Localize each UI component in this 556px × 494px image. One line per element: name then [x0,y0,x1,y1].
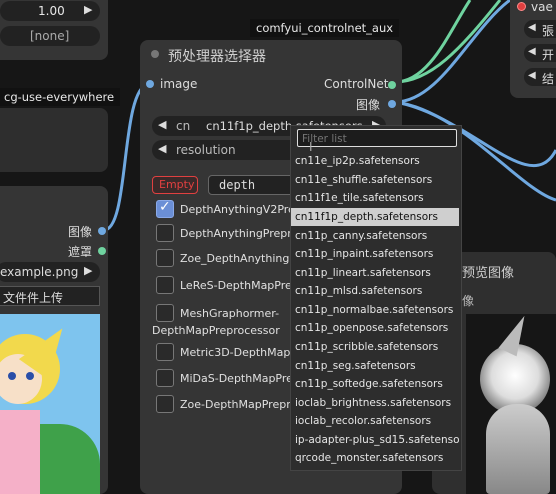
value-field[interactable]: 1.00 ▶ [0,1,100,21]
empty-button[interactable]: Empty [152,176,198,194]
depth-map-image [466,314,556,494]
output-image-socket[interactable] [98,227,106,235]
dropdown-item[interactable]: cn11p_scribble.safetensors [291,338,459,356]
resolution-label: resolution [176,143,236,157]
top-left-node: 1.00 ▶ [none] [0,0,108,60]
dropdown-item[interactable]: cn11p_canny.safetensors [291,227,459,245]
file-name: example.png [0,265,79,279]
arrow-right-icon: ▶ [84,3,93,16]
cn-label: cn [176,119,191,133]
arrow-left-icon: ◀ [528,70,536,81]
checkbox[interactable] [156,224,174,242]
dropdown-item[interactable]: cn11f1e_tile.safetensors [291,189,459,207]
option-row[interactable]: Zoe-DepthMapPreproce [156,395,310,415]
row-label: 开 [542,48,555,62]
value-text: 1.00 [38,4,65,18]
option-row[interactable]: MeshGraphormer- DepthMapPreprocessor [152,304,296,342]
checkbox[interactable] [156,369,174,387]
checkbox[interactable] [156,395,174,413]
load-image-node: 图像 遮罩 example.png ▶ 文件件上传 [0,186,108,494]
filter-input-field[interactable] [300,131,454,147]
right-row-2[interactable]: ◀ 开 [524,44,556,62]
output-image-socket[interactable] [388,100,396,108]
checkbox[interactable] [156,304,174,322]
arrow-right-icon: ▶ [84,264,93,277]
preview-sub-label: 像 [462,294,475,308]
output-image-label: 图像 [68,225,93,239]
cg-use-everywhere-node [0,108,108,172]
right-row-1[interactable]: ◀ 張 [524,20,556,38]
output-mask-label: 遮罩 [68,245,93,259]
dropdown-item[interactable]: qrcode_monster.safetensors [291,449,459,467]
controlnet-aux-label: comfyui_controlnet_aux [250,19,400,37]
depth-body [486,404,550,494]
dress [0,410,40,494]
option-row[interactable]: LeReS-DepthMapPrepro [156,276,310,296]
right-node: vae ◀ 張 ◀ 开 ◀ 结 [510,0,556,98]
dropdown-item[interactable]: ioclab_recolor.safetensors [291,412,459,430]
dropdown-item[interactable]: cn11p_mlsd.safetensors [291,282,459,300]
checkbox[interactable] [156,343,174,361]
image-preview [0,314,100,494]
dropdown-item[interactable]: cn11p_softedge.safetensors [291,375,459,393]
output-controlnet-label: ControlNet [324,77,389,91]
eye [26,372,34,380]
dropdown-item[interactable]: cn11e_ip2p.safetensors [291,152,459,170]
option-row[interactable]: ✓ DepthAnythingV2Prepro [156,199,313,220]
check-icon: ✓ [159,199,171,215]
arrow-left-icon: ◀ [528,46,536,57]
none-text: [none] [30,29,70,43]
option-row[interactable]: DepthAnythingPreproce [156,224,311,244]
option-row[interactable]: MiDaS-DepthMapPrepro [156,369,311,389]
input-image-label: image [160,77,198,91]
row-label: 張 [542,24,555,38]
checkbox-checked[interactable]: ✓ [156,199,174,218]
dropdown-item[interactable]: cn11p_lineart.safetensors [291,264,459,282]
cg-use-everywhere-label: cg-use-everywhere [0,88,121,106]
checkbox[interactable] [156,276,174,294]
arrow-left-icon: ◀ [528,22,536,33]
empty-label: Empty [159,178,195,191]
dropdown-item[interactable]: cn11p_normalbae.safetensors [291,301,459,319]
preview-title: 预览图像 [462,266,515,281]
row-label: 结 [542,72,555,86]
option-label: MeshGraphormer- [180,307,280,320]
file-selector[interactable]: example.png ▶ [0,262,100,282]
search-value: depth [219,178,256,192]
arrow-left-icon: ◀ [158,118,167,131]
arrow-left-icon: ◀ [158,142,167,155]
output-controlnet-socket[interactable] [388,81,396,89]
checkbox[interactable] [156,249,174,267]
dropdown-menu: I cn11e_ip2p.safetensors cn11e_shuffle.s… [290,125,462,471]
output-image-label: 图像 [356,98,381,112]
dropdown-item[interactable]: cn11e_shuffle.safetensors [291,171,459,189]
dropdown-item[interactable]: ioclab_brightness.safetensors [291,394,459,412]
upload-label: 文件件上传 [3,291,64,305]
dropdown-list: cn11e_ip2p.safetensors cn11e_shuffle.saf… [291,152,463,470]
filter-input[interactable] [297,129,457,147]
dropdown-item[interactable]: cn11p_seg.safetensors [291,357,459,375]
dropdown-item[interactable]: cn11p_openpose.safetensors [291,319,459,337]
eye [8,372,16,380]
input-image-socket[interactable] [146,80,154,88]
option-row[interactable]: Metric3D-DepthMapPre [156,343,308,363]
dropdown-item[interactable]: ip-adapter-plus_sd15.safetensors [291,431,459,449]
none-field[interactable]: [none] [0,26,100,46]
dropdown-item[interactable]: cn11p_inpaint.safetensors [291,245,459,263]
vae-label: vae [531,0,553,14]
upload-button[interactable]: 文件件上传 [0,286,100,306]
node-title: 预处理器选择器 [168,49,266,65]
right-row-3[interactable]: ◀ 结 [524,68,556,86]
option-row[interactable]: Zoe_DepthAnythingPrep [156,249,314,269]
output-mask-socket[interactable] [98,247,106,255]
collapse-dot[interactable] [151,50,159,58]
dropdown-item-selected[interactable]: cn11f1p_depth.safetensors [291,208,459,226]
vae-socket-icon[interactable] [517,2,526,11]
option-label-line2: DepthMapPreprocessor [152,324,280,337]
option-label: Metric3D-DepthMapPre [180,346,308,359]
